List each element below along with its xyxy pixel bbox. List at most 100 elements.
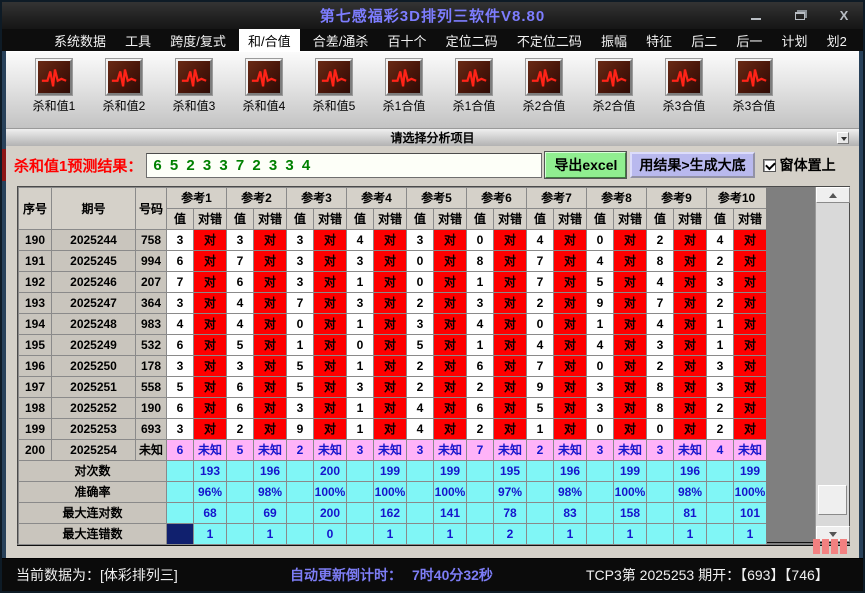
summary-value-cell[interactable]: 78 — [493, 502, 527, 524]
value-cell[interactable]: 0 — [586, 355, 614, 377]
value-cell[interactable]: 3 — [166, 355, 194, 377]
summary-spacer-cell[interactable] — [526, 460, 554, 482]
number-cell[interactable]: 未知 — [135, 439, 167, 461]
value-cell[interactable]: 4 — [646, 313, 674, 335]
summary-spacer-cell[interactable] — [526, 481, 554, 503]
result-cell[interactable]: 未知 — [193, 439, 227, 461]
seq-cell[interactable]: 195 — [18, 334, 52, 356]
number-cell[interactable]: 758 — [135, 229, 167, 251]
value-cell[interactable]: 2 — [646, 355, 674, 377]
result-cell[interactable]: 对 — [493, 334, 527, 356]
value-cell[interactable]: 2 — [706, 250, 734, 272]
value-cell[interactable]: 3 — [406, 439, 434, 461]
summary-spacer-cell[interactable] — [586, 481, 614, 503]
summary-spacer-cell[interactable] — [466, 502, 494, 524]
value-cell[interactable]: 6 — [226, 397, 254, 419]
result-cell[interactable]: 对 — [732, 250, 768, 272]
generate-dadi-button[interactable]: 用结果>生成大底 — [630, 152, 755, 178]
seq-cell[interactable]: 192 — [18, 271, 52, 293]
summary-spacer-cell[interactable] — [406, 502, 434, 524]
summary-spacer-cell[interactable] — [646, 460, 674, 482]
summary-value-cell[interactable]: 83 — [553, 502, 587, 524]
toolbar-overflow-button[interactable] — [837, 132, 849, 144]
value-cell[interactable]: 3 — [166, 292, 194, 314]
summary-spacer-cell[interactable] — [406, 481, 434, 503]
result-cell[interactable]: 对 — [673, 397, 707, 419]
summary-value-cell[interactable]: 1 — [553, 523, 587, 545]
summary-value-cell[interactable]: 200 — [313, 460, 347, 482]
value-cell[interactable]: 7 — [526, 250, 554, 272]
summary-spacer-cell[interactable] — [646, 481, 674, 503]
result-cell[interactable]: 对 — [673, 250, 707, 272]
summary-value-cell[interactable]: 162 — [373, 502, 407, 524]
value-cell[interactable]: 3 — [646, 439, 674, 461]
value-cell[interactable]: 5 — [286, 355, 314, 377]
summary-value-cell[interactable]: 2 — [493, 523, 527, 545]
summary-spacer-cell[interactable] — [706, 481, 734, 503]
summary-value-cell[interactable]: 0 — [313, 523, 347, 545]
result-cell[interactable]: 对 — [493, 313, 527, 335]
menu-item[interactable]: 不定位二码 — [511, 29, 588, 51]
close-button[interactable]: X — [833, 7, 855, 25]
summary-spacer-cell[interactable] — [466, 523, 494, 545]
seq-cell[interactable]: 197 — [18, 376, 52, 398]
summary-value-cell[interactable]: 101 — [732, 502, 768, 524]
value-cell[interactable]: 7 — [466, 439, 494, 461]
seq-cell[interactable]: 193 — [18, 292, 52, 314]
value-cell[interactable]: 2 — [406, 355, 434, 377]
toolbar-button[interactable]: 杀和值3 — [159, 59, 229, 114]
result-cell[interactable]: 对 — [313, 292, 347, 314]
period-cell[interactable]: 2025244 — [51, 229, 136, 251]
result-cell[interactable]: 对 — [732, 397, 768, 419]
summary-value-cell[interactable]: 100% — [613, 481, 647, 503]
prediction-input[interactable] — [146, 152, 543, 178]
result-cell[interactable]: 未知 — [253, 439, 287, 461]
summary-spacer-cell[interactable] — [286, 481, 314, 503]
seq-cell[interactable]: 196 — [18, 355, 52, 377]
result-cell[interactable]: 对 — [732, 418, 768, 440]
value-cell[interactable]: 9 — [586, 292, 614, 314]
result-cell[interactable]: 对 — [433, 397, 467, 419]
period-cell[interactable]: 2025246 — [51, 271, 136, 293]
result-cell[interactable]: 对 — [373, 313, 407, 335]
summary-value-cell[interactable]: 100% — [373, 481, 407, 503]
value-cell[interactable]: 0 — [526, 313, 554, 335]
result-cell[interactable]: 对 — [493, 292, 527, 314]
summary-spacer-cell[interactable] — [586, 502, 614, 524]
menu-item[interactable]: 定位二码 — [440, 29, 504, 51]
value-cell[interactable]: 3 — [226, 229, 254, 251]
result-cell[interactable]: 对 — [553, 376, 587, 398]
value-cell[interactable]: 0 — [286, 313, 314, 335]
result-cell[interactable]: 对 — [193, 355, 227, 377]
value-cell[interactable]: 2 — [706, 397, 734, 419]
value-cell[interactable]: 9 — [286, 418, 314, 440]
value-cell[interactable]: 6 — [166, 334, 194, 356]
result-cell[interactable]: 未知 — [613, 439, 647, 461]
result-cell[interactable]: 对 — [373, 334, 407, 356]
summary-value-cell[interactable]: 199 — [732, 460, 768, 482]
summary-spacer-cell[interactable] — [526, 523, 554, 545]
value-cell[interactable]: 3 — [286, 271, 314, 293]
value-cell[interactable]: 5 — [406, 334, 434, 356]
value-cell[interactable]: 2 — [466, 418, 494, 440]
summary-value-cell[interactable]: 100% — [313, 481, 347, 503]
result-cell[interactable]: 对 — [433, 376, 467, 398]
menu-item[interactable]: 百十个 — [382, 29, 433, 51]
value-cell[interactable]: 4 — [166, 313, 194, 335]
value-cell[interactable]: 3 — [586, 376, 614, 398]
value-cell[interactable]: 1 — [526, 418, 554, 440]
value-cell[interactable]: 3 — [406, 229, 434, 251]
value-cell[interactable]: 1 — [346, 355, 374, 377]
toolbar-button[interactable]: 杀1合值 — [439, 59, 509, 114]
summary-value-cell[interactable]: 98% — [553, 481, 587, 503]
seq-cell[interactable]: 194 — [18, 313, 52, 335]
summary-spacer-cell[interactable] — [586, 523, 614, 545]
period-cell[interactable]: 2025245 — [51, 250, 136, 272]
summary-spacer-cell[interactable] — [166, 502, 194, 524]
value-cell[interactable]: 7 — [286, 292, 314, 314]
result-cell[interactable]: 对 — [673, 418, 707, 440]
summary-spacer-cell[interactable] — [466, 481, 494, 503]
result-cell[interactable]: 未知 — [732, 439, 768, 461]
number-cell[interactable]: 983 — [135, 313, 167, 335]
summary-spacer-cell[interactable] — [346, 502, 374, 524]
